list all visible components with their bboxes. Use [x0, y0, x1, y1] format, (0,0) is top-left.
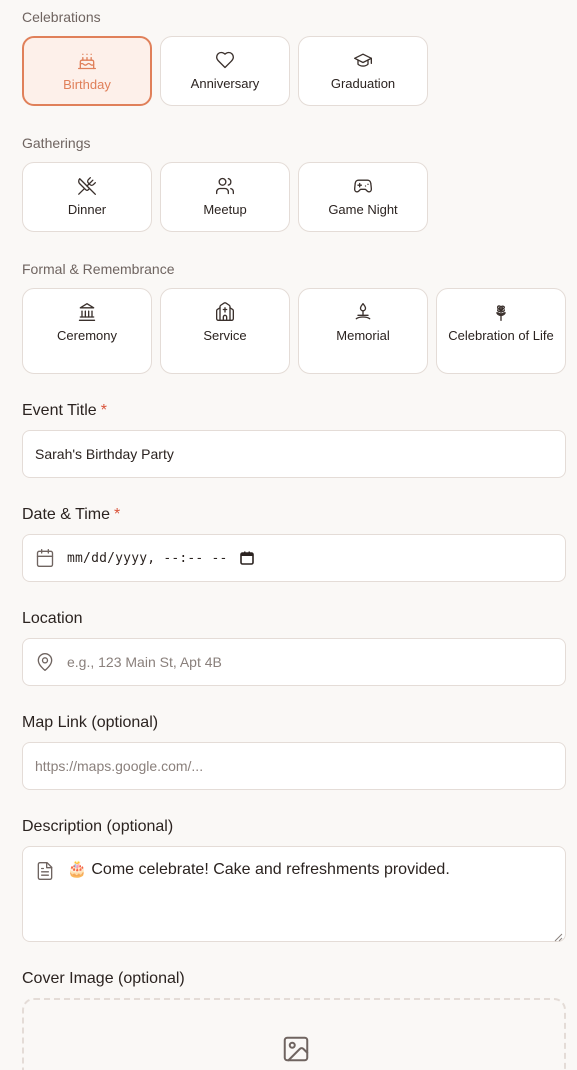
location-placeholder: e.g., 123 Main St, Apt 4B: [67, 654, 222, 670]
type-label: Game Night: [328, 202, 398, 217]
type-memorial-button[interactable]: Memorial: [298, 288, 428, 374]
description-textarea[interactable]: 🎂 Come celebrate! Cake and refreshments …: [22, 846, 566, 942]
type-label: Ceremony: [57, 328, 117, 343]
map-link-placeholder: https://maps.google.com/...: [35, 758, 204, 774]
map-link-input[interactable]: https://maps.google.com/...: [22, 742, 566, 790]
calendar-picker-icon[interactable]: [239, 551, 254, 565]
event-title-value: Sarah's Birthday Party: [35, 446, 174, 462]
type-row-celebrations: Birthday Anniversary Graduation: [22, 36, 428, 106]
map-pin-icon: [35, 652, 55, 672]
type-meetup-button[interactable]: Meetup: [160, 162, 290, 232]
utensils-crossed-icon: [77, 176, 97, 196]
file-text-icon: [35, 861, 55, 881]
event-title-label-text: Event Title: [22, 402, 97, 419]
required-mark: *: [114, 506, 121, 523]
gamepad-icon: [353, 176, 373, 196]
group-label-gatherings: Gatherings: [22, 135, 91, 151]
type-graduation-button[interactable]: Graduation: [298, 36, 428, 106]
landmark-icon: [77, 302, 97, 322]
type-label: Meetup: [203, 202, 247, 217]
type-birthday-button[interactable]: Birthday: [22, 36, 152, 106]
group-label-celebrations: Celebrations: [22, 9, 101, 25]
type-row-gatherings: Dinner Meetup Game Night: [22, 162, 428, 232]
type-row-formal: Ceremony Service Memorial Celebration of…: [22, 288, 566, 374]
type-label: Anniversary: [190, 76, 260, 91]
required-mark: *: [100, 402, 107, 419]
graduation-cap-icon: [353, 50, 373, 70]
map-link-label: Map Link (optional): [22, 714, 159, 731]
type-service-button[interactable]: Service: [160, 288, 290, 374]
cover-image-dropzone[interactable]: [22, 998, 566, 1070]
event-title-input[interactable]: Sarah's Birthday Party: [22, 430, 566, 478]
event-title-label: Event Title *: [22, 402, 107, 420]
calendar-icon: [35, 548, 55, 568]
datetime-value: mm/dd/yyyy, --:-- --: [67, 550, 228, 566]
cake-icon: [77, 51, 97, 71]
users-icon: [215, 176, 235, 196]
group-label-formal: Formal & Remembrance: [22, 261, 175, 277]
type-game-night-button[interactable]: Game Night: [298, 162, 428, 232]
flower-icon: [491, 302, 511, 322]
location-label: Location: [22, 610, 83, 627]
datetime-label-text: Date & Time: [22, 506, 111, 523]
type-anniversary-button[interactable]: Anniversary: [160, 36, 290, 106]
cover-image-label: Cover Image (optional): [22, 970, 185, 987]
description-label: Description (optional): [22, 818, 174, 835]
type-label: Graduation: [330, 76, 396, 91]
type-label: Dinner: [67, 202, 107, 217]
description-value: 🎂 Come celebrate! Cake and refreshments …: [67, 861, 450, 878]
datetime-input[interactable]: mm/dd/yyyy, --:-- --: [22, 534, 566, 582]
type-dinner-button[interactable]: Dinner: [22, 162, 152, 232]
type-label: Service: [203, 328, 247, 343]
image-icon: [281, 1034, 311, 1064]
location-input[interactable]: e.g., 123 Main St, Apt 4B: [22, 638, 566, 686]
resize-handle-icon[interactable]: [553, 929, 563, 942]
church-icon: [215, 302, 235, 322]
type-label: Birthday: [63, 76, 111, 92]
type-ceremony-button[interactable]: Ceremony: [22, 288, 152, 374]
heart-icon: [215, 50, 235, 70]
candle-flame-icon: [353, 302, 373, 322]
type-label: Memorial: [336, 328, 390, 343]
datetime-label: Date & Time *: [22, 506, 120, 524]
type-label: Celebration of Life: [448, 328, 554, 343]
type-celebration-of-life-button[interactable]: Celebration of Life: [436, 288, 566, 374]
